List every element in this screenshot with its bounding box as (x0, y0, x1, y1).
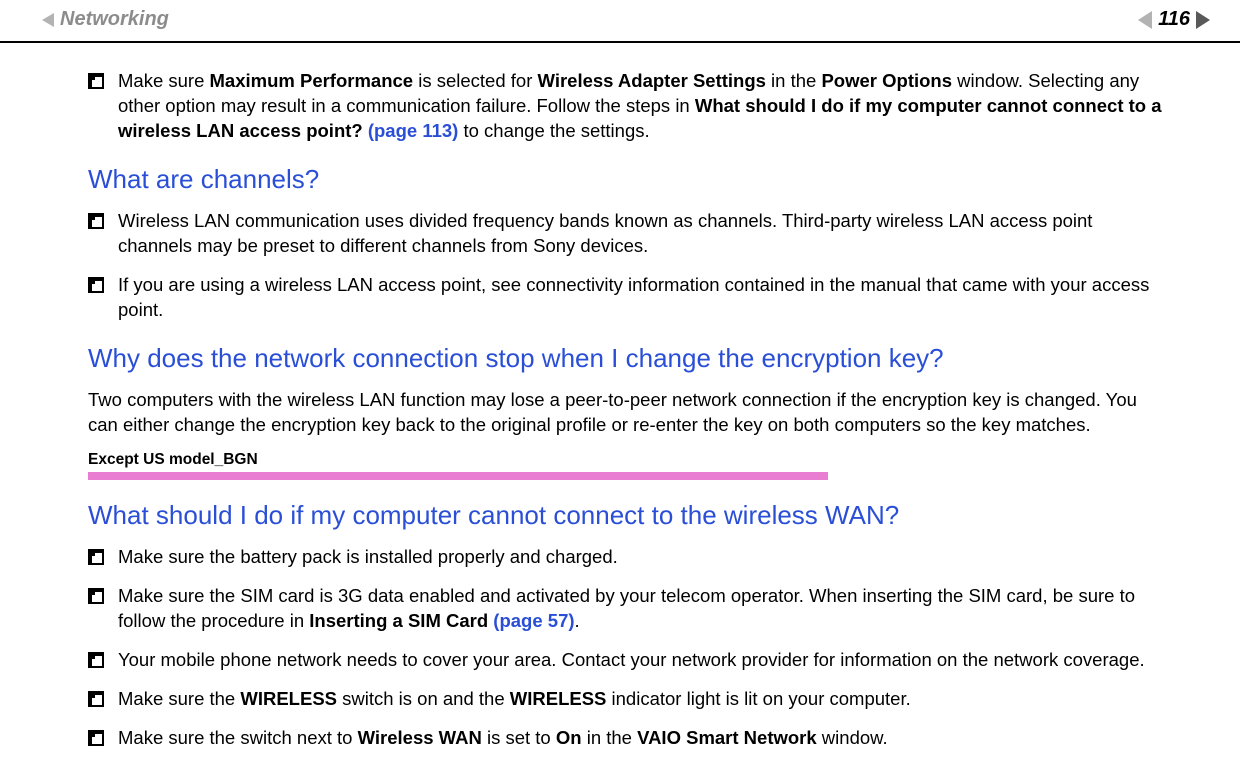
page-link[interactable]: (page 57) (488, 610, 574, 631)
list-item: Make sure Maximum Performance is selecte… (88, 69, 1170, 144)
section-title: Networking (60, 6, 169, 33)
next-page-icon[interactable] (1196, 11, 1210, 29)
bullet-icon (88, 652, 104, 668)
page-nav: 116 N (1138, 6, 1210, 33)
divider-bar (88, 472, 828, 480)
heading-wan: What should I do if my computer cannot c… (88, 498, 1170, 533)
page-link[interactable]: (page 113) (363, 120, 459, 141)
paragraph: Two computers with the wireless LAN func… (88, 388, 1170, 438)
model-note-label: Except US model_BGN (88, 450, 1170, 471)
bullet-text: Make sure the switch next to Wireless WA… (118, 726, 1170, 751)
list-item: Make sure the battery pack is installed … (88, 545, 1170, 570)
heading-encryption: Why does the network connection stop whe… (88, 341, 1170, 376)
page-number: 116 (1158, 6, 1190, 33)
prev-page-icon[interactable] (1138, 11, 1152, 29)
bullet-text: Make sure the battery pack is installed … (118, 545, 1170, 570)
bullet-icon (88, 73, 104, 89)
bullet-icon (88, 588, 104, 604)
list-item: Wireless LAN communication uses divided … (88, 209, 1170, 259)
bullet-text: Your mobile phone network needs to cover… (118, 648, 1170, 673)
list-item: Make sure the WIRELESS switch is on and … (88, 687, 1170, 712)
bullet-icon (88, 213, 104, 229)
list-item: If you are using a wireless LAN access p… (88, 273, 1170, 323)
list-item: Your mobile phone network needs to cover… (88, 648, 1170, 673)
bullet-text: If you are using a wireless LAN access p… (118, 273, 1170, 323)
bullet-icon (88, 549, 104, 565)
model-note: Except US model_BGN (88, 450, 1170, 480)
list-item: Make sure the SIM card is 3G data enable… (88, 584, 1170, 634)
bullet-icon (88, 277, 104, 293)
bullet-icon (88, 730, 104, 746)
page-header: Networking 116 N (0, 0, 1240, 43)
page-content: Make sure Maximum Performance is selecte… (0, 43, 1240, 775)
heading-channels: What are channels? (88, 162, 1170, 197)
bullet-text: Wireless LAN communication uses divided … (118, 209, 1170, 259)
list-item: Make sure the switch next to Wireless WA… (88, 726, 1170, 751)
bullet-icon (88, 691, 104, 707)
bullet-text: Make sure the WIRELESS switch is on and … (118, 687, 1170, 712)
bullet-text: Make sure the SIM card is 3G data enable… (118, 584, 1170, 634)
header-left: Networking (42, 6, 169, 33)
breadcrumb-arrow-icon (42, 13, 54, 27)
bullet-text: Make sure Maximum Performance is selecte… (118, 69, 1170, 144)
